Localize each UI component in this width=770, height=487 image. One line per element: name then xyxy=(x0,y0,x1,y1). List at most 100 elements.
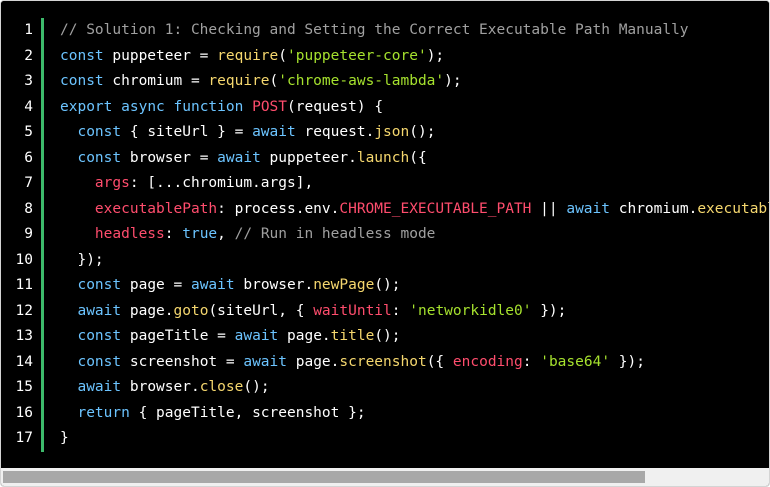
code-token: page. xyxy=(121,302,174,319)
code-token: require xyxy=(217,47,279,64)
code-token: function xyxy=(173,98,244,115)
line-number: 16 xyxy=(15,404,33,421)
code-token: POST xyxy=(252,98,288,115)
code-token: chromium = xyxy=(103,73,209,89)
code-token: : xyxy=(522,353,541,370)
code-line: const page = await browser.newPage(); xyxy=(60,273,769,299)
code-token: json xyxy=(374,124,410,140)
line-number: 12 xyxy=(15,302,33,319)
code-line: const screenshot = await page.screenshot… xyxy=(60,350,769,376)
code-token: 'puppeteer-core' xyxy=(287,47,427,64)
code-token: screenshot xyxy=(339,353,427,370)
code-token: export xyxy=(60,98,113,115)
code-token: : [...chromium.args], xyxy=(129,175,314,191)
code-token: (); xyxy=(374,277,401,293)
gutter-divider xyxy=(41,18,44,452)
line-number: 11 xyxy=(15,277,33,293)
code-token: title xyxy=(330,328,375,344)
code-token: await xyxy=(217,149,261,166)
code-token: (); xyxy=(409,124,436,140)
code-line: headless: true, // Run in headless mode xyxy=(60,222,769,248)
code-token: page. xyxy=(278,328,331,344)
code-token: pageTitle = xyxy=(121,328,235,344)
code-token: puppeteer = xyxy=(103,47,218,64)
code-line: const pageTitle = await page.title(); xyxy=(60,324,769,350)
code-line: const browser = await puppeteer.launch({ xyxy=(60,146,769,172)
code-token: ( xyxy=(278,47,287,64)
code-token: browser. xyxy=(121,379,200,395)
code-token: } xyxy=(60,430,69,446)
code-token: (request) { xyxy=(287,98,384,115)
code-token: await xyxy=(252,124,296,140)
code-token: await xyxy=(77,379,122,395)
code-token: ({ xyxy=(426,353,453,370)
code-line: export async function POST(request) { xyxy=(60,95,769,121)
code-token: puppeteer. xyxy=(260,149,357,166)
code-line: await browser.close(); xyxy=(60,375,769,401)
code-token: headless xyxy=(94,226,165,242)
horizontal-scrollbar[interactable] xyxy=(1,468,769,486)
line-number: 15 xyxy=(15,379,33,395)
code-token: : process.env. xyxy=(217,200,340,217)
code-line: await page.goto(siteUrl, { waitUntil: 'n… xyxy=(60,299,769,325)
line-number: 7 xyxy=(24,175,33,191)
code-content: // Solution 1: Checking and Setting the … xyxy=(60,18,769,452)
code-token: await xyxy=(566,200,610,217)
code-token: executablePath xyxy=(94,200,218,217)
code-line: }); xyxy=(60,248,769,274)
line-number: 14 xyxy=(15,353,33,370)
code-token: : xyxy=(391,302,410,319)
line-number: 6 xyxy=(24,149,33,166)
line-number: 4 xyxy=(24,98,33,115)
line-number: 13 xyxy=(15,328,33,344)
code-token: args xyxy=(94,175,130,191)
code-token: browser. xyxy=(234,277,314,293)
line-number: 5 xyxy=(24,124,33,140)
code-token: || xyxy=(531,200,567,217)
code-token: const xyxy=(77,277,122,293)
code-token: launch xyxy=(356,149,410,166)
scrollbar-thumb[interactable] xyxy=(3,471,645,483)
code-token: const xyxy=(77,124,122,140)
code-token: const xyxy=(77,353,122,370)
code-line: // Solution 1: Checking and Setting the … xyxy=(60,18,769,44)
code-block-frame: 1 2 3 4 5 6 7 8 9 10 11 12 13 14 15 16 17 // Solution 1:… xyxy=(0,0,770,487)
code-line: return { pageTitle, screenshot }; xyxy=(60,401,769,427)
line-number-gutter: 1 2 3 4 5 6 7 8 9 10 11 12 13 14 15 16 17 xyxy=(1,18,41,452)
code-token: { pageTitle, screenshot }; xyxy=(129,404,366,421)
code-token: chromium. xyxy=(610,200,698,217)
code-token: encoding xyxy=(452,353,523,370)
code-token: 'chrome-aws-lambda' xyxy=(278,73,445,89)
line-number: 3 xyxy=(24,73,33,89)
code-token: const xyxy=(60,47,104,64)
code-token: browser = xyxy=(121,149,218,166)
code-token: CHROME_EXECUTABLE_PATH xyxy=(339,200,532,217)
code-token: true xyxy=(182,226,218,242)
code-token: goto xyxy=(173,302,209,319)
code-line: args: [...chromium.args], xyxy=(60,171,769,197)
code-token: 'base64' xyxy=(540,353,611,370)
code-line: const chromium = require('chrome-aws-lam… xyxy=(60,69,769,95)
code-editor: 1 2 3 4 5 6 7 8 9 10 11 12 13 14 15 16 17 // Solution 1:… xyxy=(1,1,769,468)
code-token: request. xyxy=(295,124,375,140)
code-token: newPage xyxy=(313,277,375,293)
line-number: 2 xyxy=(24,47,33,64)
code-token: async xyxy=(121,98,165,115)
code-token: close xyxy=(199,379,244,395)
code-token: const xyxy=(77,149,122,166)
code-token: page = xyxy=(121,277,191,293)
code-token: }); xyxy=(610,353,645,370)
code-token: : xyxy=(164,226,183,242)
code-token: executablePath xyxy=(697,200,769,217)
code-token: (); xyxy=(243,379,270,395)
code-token: const xyxy=(77,328,122,344)
